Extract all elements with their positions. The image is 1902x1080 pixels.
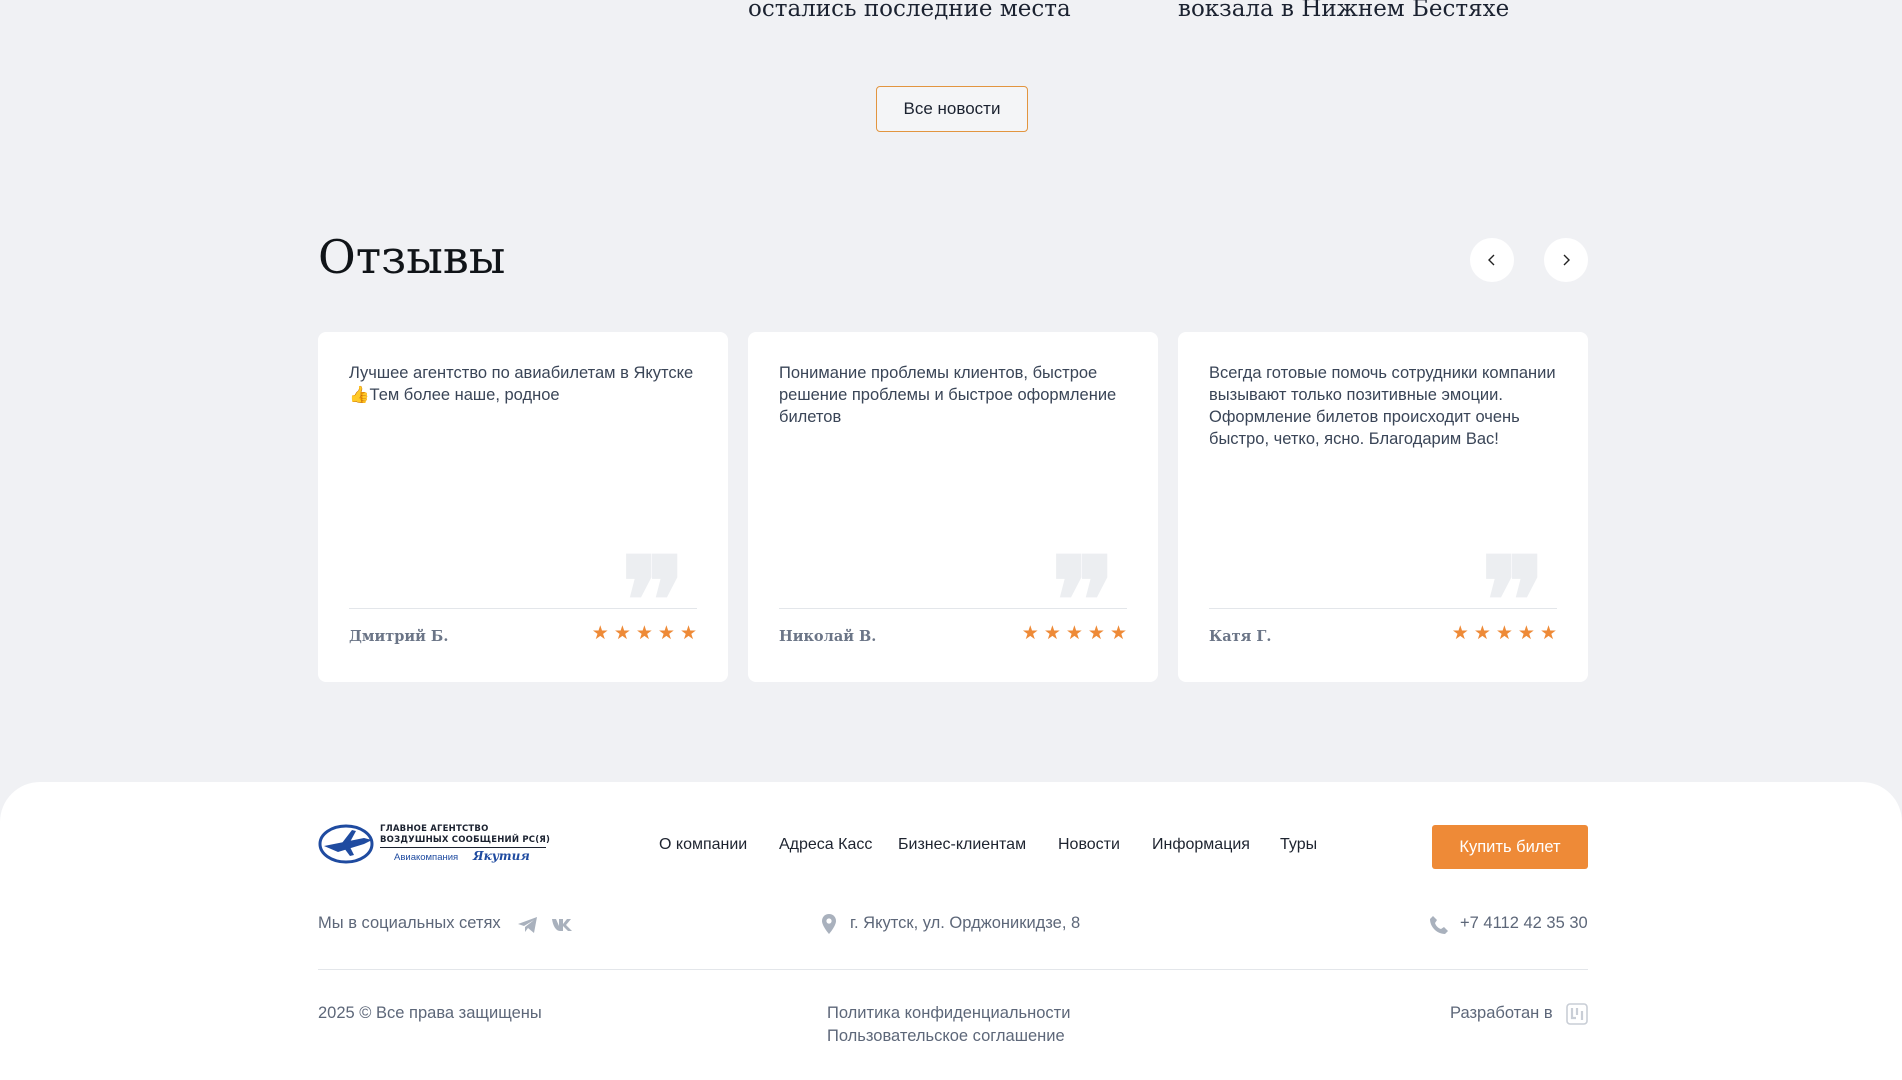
- nav-link-about[interactable]: О компании: [659, 836, 747, 854]
- nav-link-news[interactable]: Новости: [1058, 836, 1120, 854]
- all-news-button[interactable]: Все новости: [876, 86, 1028, 132]
- logo-subtitle: Авиакомпания: [394, 852, 459, 863]
- privacy-policy-link[interactable]: Политика конфиденциальности: [827, 1004, 1070, 1023]
- nav-link-offices[interactable]: Адреса Касс: [779, 836, 872, 854]
- review-text: Понимание проблемы клиентов, быстрое реш…: [779, 364, 1117, 426]
- quote-icon: ❞: [1481, 542, 1546, 612]
- user-agreement-link[interactable]: Пользовательское соглашение: [827, 1027, 1065, 1046]
- address: г. Якутск, ул. Орджоникидзе, 8: [850, 914, 1081, 932]
- logo-script: Якутия: [473, 849, 530, 863]
- developer-logo-icon[interactable]: [1565, 1002, 1589, 1026]
- divider: [1209, 608, 1557, 609]
- chevron-left-icon: [1488, 254, 1495, 266]
- review-card: Лучшее агентство по авиабилетам в Якутск…: [318, 332, 728, 682]
- divider: [779, 608, 1127, 609]
- star-icon: ★: [1451, 623, 1469, 644]
- star-icon: ★: [635, 623, 653, 644]
- star-icon: ★: [1517, 623, 1535, 644]
- news-item-title[interactable]: вокзала в Нижнем Бестяхе: [1178, 0, 1509, 22]
- rating-stars: ★ ★ ★ ★ ★: [592, 624, 697, 644]
- review-text: Лучшее агентство по авиабилетам в Якутск…: [349, 364, 694, 404]
- star-icon: ★: [591, 623, 609, 644]
- review-card: Понимание проблемы клиентов, быстрое реш…: [748, 332, 1158, 682]
- vk-icon[interactable]: [550, 914, 576, 936]
- review-text: Всегда готовые помочь сотрудники компани…: [1209, 364, 1556, 448]
- chevron-right-icon: [1563, 254, 1570, 266]
- nav-link-info[interactable]: Информация: [1152, 836, 1250, 854]
- rating-stars: ★ ★ ★ ★ ★: [1452, 624, 1557, 644]
- reviews-next-button[interactable]: [1544, 238, 1588, 282]
- review-author: Николай В.: [779, 628, 877, 645]
- star-icon: ★: [1495, 623, 1513, 644]
- star-icon: ★: [1539, 623, 1557, 644]
- star-icon: ★: [613, 623, 631, 644]
- nav-link-tours[interactable]: Туры: [1280, 836, 1317, 854]
- divider: [318, 969, 1588, 970]
- rating-stars: ★ ★ ★ ★ ★: [1022, 624, 1127, 644]
- review-card: Всегда готовые помочь сотрудники компани…: [1178, 332, 1588, 682]
- star-icon: ★: [1473, 623, 1491, 644]
- quote-icon: ❞: [621, 542, 686, 612]
- news-item-title[interactable]: остались последние места: [748, 0, 1071, 22]
- nav-link-business[interactable]: Бизнес-клиентам: [898, 836, 1026, 854]
- star-icon: ★: [1087, 623, 1105, 644]
- review-author: Дмитрий Б.: [349, 628, 449, 645]
- logo-rule: [380, 847, 546, 848]
- location-pin-icon: [820, 912, 838, 936]
- logo-text: ГЛАВНОЕ АГЕНТСТВО: [380, 824, 489, 834]
- star-icon: ★: [1109, 623, 1127, 644]
- footer: ГЛАВНОЕ АГЕНТСТВО ВОЗДУШНЫХ СООБЩЕНИЙ РС…: [0, 782, 1902, 1080]
- phone-number[interactable]: +7 4112 42 35 30: [1460, 914, 1588, 933]
- company-logo[interactable]: ГЛАВНОЕ АГЕНТСТВО ВОЗДУШНЫХ СООБЩЕНИЙ РС…: [318, 820, 551, 868]
- star-icon: ★: [1021, 623, 1039, 644]
- phone-icon: [1428, 914, 1450, 936]
- star-icon: ★: [679, 623, 697, 644]
- star-icon: ★: [1065, 623, 1083, 644]
- star-icon: ★: [1043, 623, 1061, 644]
- developed-by-label: Разработан в: [1450, 1004, 1553, 1022]
- logo-text: ВОЗДУШНЫХ СООБЩЕНИЙ РС(Я): [380, 835, 551, 845]
- star-icon: ★: [657, 623, 675, 644]
- airplane-logo-icon: [318, 824, 374, 864]
- divider: [349, 608, 697, 609]
- copyright: 2025 © Все права защищены: [318, 1004, 542, 1022]
- review-author: Катя Г.: [1209, 628, 1272, 645]
- buy-ticket-button[interactable]: Купить билет: [1432, 825, 1588, 869]
- reviews-prev-button[interactable]: [1470, 238, 1514, 282]
- reviews-title: Отзывы: [318, 230, 506, 284]
- social-label: Мы в социальных сетях: [318, 914, 501, 932]
- telegram-icon[interactable]: [516, 914, 540, 936]
- quote-icon: ❞: [1051, 542, 1116, 612]
